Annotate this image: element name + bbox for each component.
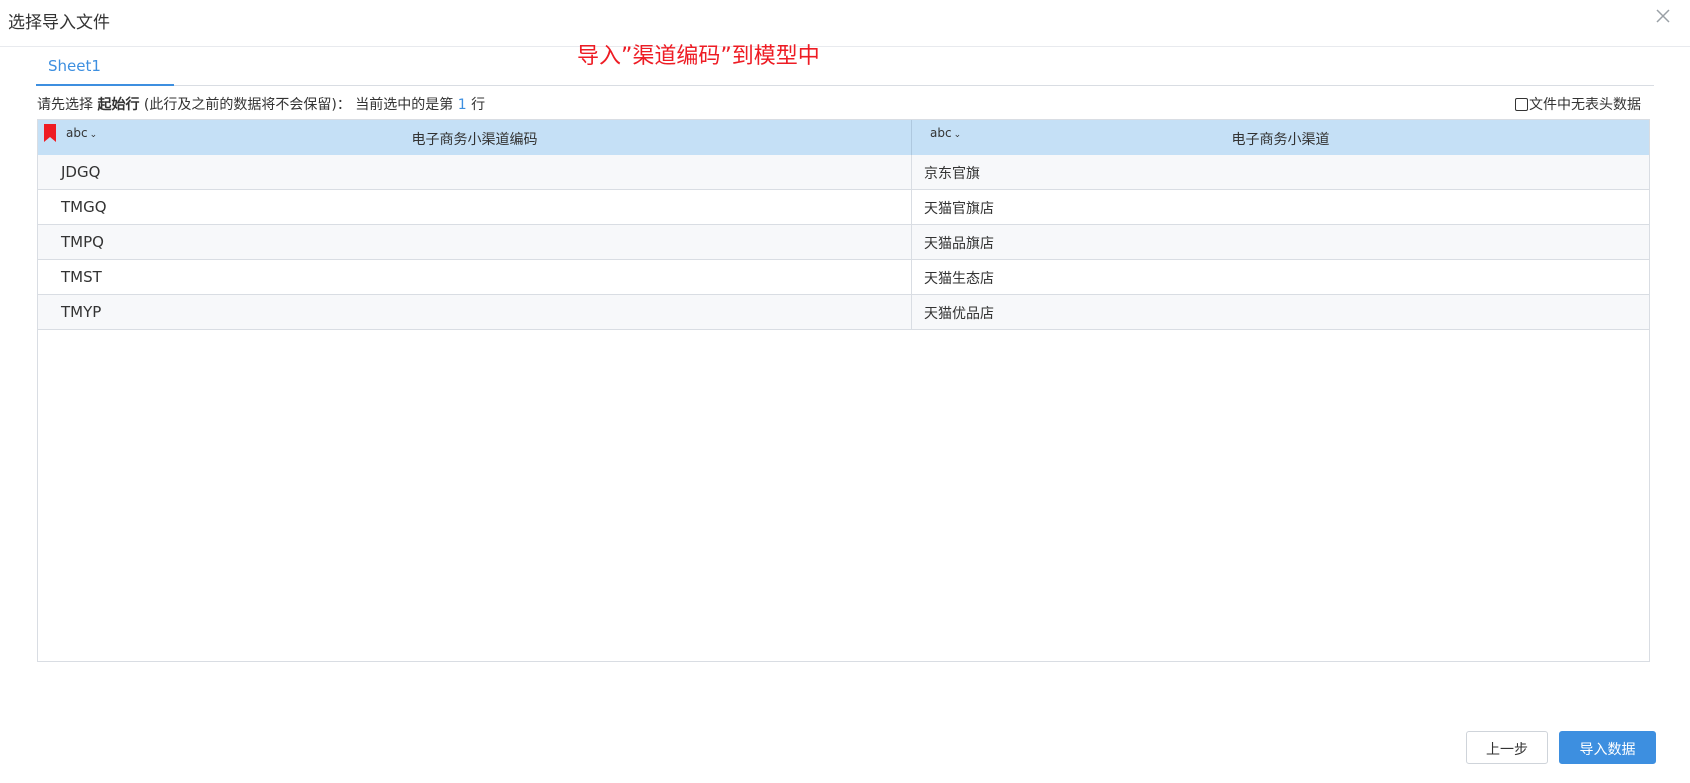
table-cell: 京东官旗: [924, 166, 980, 182]
column-title: 电子商务小渠道: [1231, 132, 1330, 148]
import-data-button[interactable]: 导入数据: [1559, 731, 1656, 764]
no-header-label: 文件中无表头数据: [1529, 97, 1641, 113]
table-row[interactable]: TMYP 天猫优品店: [38, 295, 1649, 330]
table-row[interactable]: TMGQ 天猫官旗店: [38, 190, 1649, 225]
column-header-code: abc ⌄ 电子商务小渠道编码: [38, 120, 912, 155]
tab-sheet1[interactable]: Sheet1: [36, 50, 174, 86]
table-cell: 天猫品旗店: [924, 236, 994, 252]
current-row-number: 1: [457, 97, 467, 113]
table-cell: 天猫生态店: [924, 271, 994, 287]
table-header-row: abc ⌄ 电子商务小渠道编码 abc ⌄ 电子商务小渠道: [38, 120, 1649, 155]
table-cell: TMYP: [38, 295, 912, 329]
table-cell: TMPQ: [38, 225, 912, 259]
table-cell: TMST: [38, 260, 912, 294]
column-header-channel: abc ⌄ 电子商务小渠道: [912, 120, 1649, 155]
import-file-dialog: 选择导入文件 Sheet1 导入”渠道编码”到模型中 请先选择 起始行 (此行及…: [0, 0, 1690, 783]
hint-prefix: 请先选择: [37, 97, 93, 113]
hint-suffix: 行: [471, 97, 486, 113]
table-cell: 天猫官旗店: [924, 201, 994, 217]
dialog-title: 选择导入文件: [8, 13, 110, 33]
hint-start-row: 起始行: [97, 97, 140, 113]
dialog-titlebar: 选择导入文件: [0, 0, 1690, 47]
hint-note: (此行及之前的数据将不会保留)：: [143, 97, 351, 113]
hint-current-prefix: 当前选中的是第: [355, 97, 454, 113]
table-row[interactable]: TMPQ 天猫品旗店: [38, 225, 1649, 260]
no-header-checkbox[interactable]: [1515, 98, 1528, 111]
data-preview-table: abc ⌄ 电子商务小渠道编码 abc ⌄ 电子商务小渠道 JDGQ 京东官旗 TM…: [37, 119, 1650, 662]
no-header-option[interactable]: 文件中无表头数据: [1515, 94, 1641, 114]
table-row[interactable]: TMST 天猫生态店: [38, 260, 1649, 295]
table-row[interactable]: JDGQ 京东官旗: [38, 155, 1649, 190]
table-cell: TMGQ: [38, 190, 912, 224]
table-cell: JDGQ: [38, 155, 912, 189]
column-title: 电子商务小渠道编码: [411, 132, 538, 148]
table-cell: 天猫优品店: [924, 306, 994, 322]
previous-step-button[interactable]: 上一步: [1466, 731, 1548, 764]
sheet-tabs: Sheet1: [36, 50, 1654, 86]
close-icon[interactable]: [1652, 5, 1674, 27]
annotation-text: 导入”渠道编码”到模型中: [577, 44, 820, 69]
start-row-hint: 请先选择 起始行 (此行及之前的数据将不会保留)： 当前选中的是第 1 行: [37, 94, 485, 114]
